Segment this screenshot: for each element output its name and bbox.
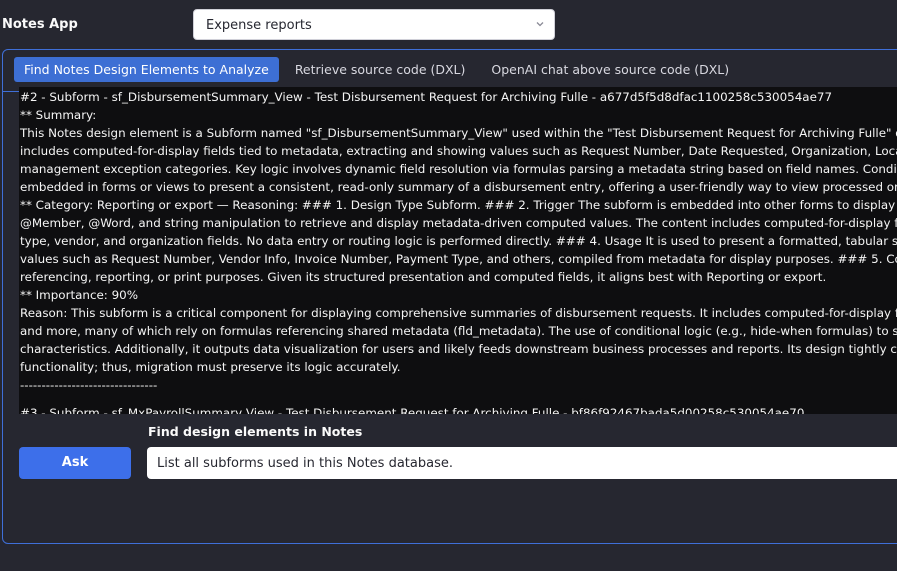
output-line: ** Category: Reporting or export — Reaso… (20, 198, 897, 212)
tab-retrieve-source-code[interactable]: Retrieve source code (DXL) (285, 57, 476, 82)
output-line: ** Summary: (20, 108, 97, 122)
output-line: type, vendor, and organization fields. N… (20, 234, 897, 248)
tab-bar: Find Notes Design Elements to Analyze Re… (14, 57, 739, 82)
output-line: includes computed-for-display fields tie… (20, 144, 897, 158)
output-line: referencing, reporting, or print purpose… (20, 270, 827, 284)
database-select[interactable]: Expense reports (193, 9, 555, 40)
ask-input[interactable] (147, 447, 897, 479)
output-line: Reason: This subform is a critical compo… (20, 306, 897, 320)
ask-input-label: Find design elements in Notes (148, 424, 363, 439)
database-select-value: Expense reports (206, 18, 312, 33)
output-line: embedded in forms or views to present a … (20, 180, 897, 194)
ask-button[interactable]: Ask (19, 447, 131, 479)
results-output[interactable]: #2 - Subform - sf_DisbursementSummary_Vi… (19, 87, 897, 414)
output-line: This Notes design element is a Subform n… (20, 126, 897, 140)
output-line: characteristics. Additionally, it output… (20, 342, 897, 356)
output-line: #3 - Subform - sf_MxPayrollSummary View … (20, 406, 805, 414)
output-line: and more, many of which rely on formulas… (20, 324, 897, 338)
app-title: Notes App (2, 17, 78, 32)
output-line: -------------------------------- (20, 378, 158, 392)
output-line: functionality; thus, migration must pres… (20, 360, 401, 374)
tab-openai-chat[interactable]: OpenAI chat above source code (DXL) (481, 57, 739, 82)
output-line: ** Importance: 90% (20, 288, 139, 302)
output-line: management exception categories. Key log… (20, 162, 897, 176)
tab-find-design-elements[interactable]: Find Notes Design Elements to Analyze (14, 57, 279, 82)
output-line: @Member, @Word, and string manipulation … (20, 216, 897, 230)
chevron-down-icon (536, 22, 544, 27)
output-line: #2 - Subform - sf_DisbursementSummary_Vi… (20, 90, 833, 104)
output-line: values such as Request Number, Vendor In… (20, 252, 897, 266)
